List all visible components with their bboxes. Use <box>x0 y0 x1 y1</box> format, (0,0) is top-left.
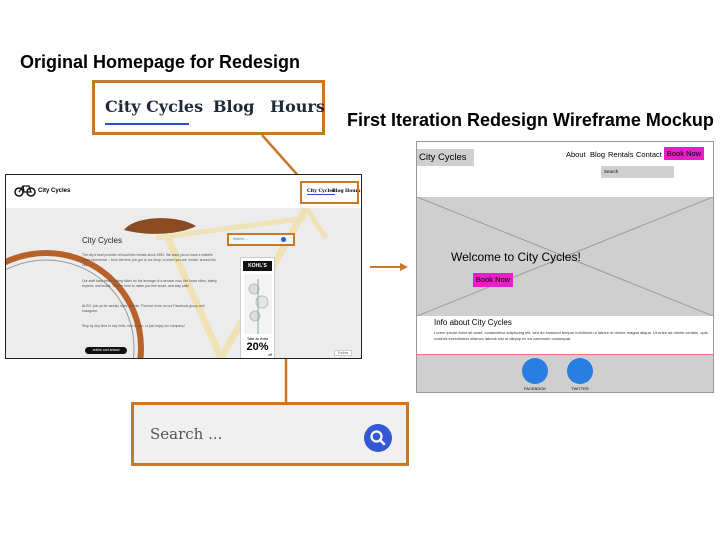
wf-footer-twitter: TWITTER <box>571 386 589 391</box>
site-para-3: ALSO: join us for weekly rides, events. … <box>82 304 205 313</box>
follow-button[interactable]: Follow <box>334 350 353 356</box>
kohls-ad[interactable]: KOHL'S Take an extra 20% off <box>240 257 275 358</box>
wireframe-mockup: City Cycles About Blog Rentals Contact B… <box>416 141 714 393</box>
wf-nav-about[interactable]: About <box>566 150 586 159</box>
wf-book-now-nav[interactable]: Book Now <box>664 147 704 160</box>
ad-big: 20% <box>246 341 269 353</box>
wf-nav-contact[interactable]: Contact <box>636 150 662 159</box>
wf-footer-facebook: FACEBOOK <box>524 386 547 391</box>
site-para-1: The city's best provider of local bike r… <box>82 253 216 267</box>
site-para-4: Stop by any time to say hello, rent a bi… <box>82 324 185 328</box>
bicycle-icon <box>14 185 36 197</box>
wf-welcome-heading: Welcome to City Cycles! <box>451 250 581 264</box>
ad-offer: Take an extra 20% off <box>243 337 272 358</box>
zoom-search-placeholder[interactable]: Search ... <box>150 425 222 443</box>
wf-info-title: Info about City Cycles <box>434 318 512 327</box>
ad-small: off <box>268 353 272 357</box>
ad-brand: KOHL'S <box>243 261 272 271</box>
original-site-screenshot: City Cycles City Cycles Blog Hours City … <box>5 174 362 359</box>
site-search-icon[interactable] <box>281 237 286 242</box>
wf-book-now-hero[interactable]: Book Now <box>473 273 513 287</box>
site-logo-text: City Cycles <box>38 188 71 194</box>
wf-nav-rentals[interactable]: Rentals <box>608 150 633 159</box>
nav-highlight-box <box>300 181 359 204</box>
wf-info-text: Lorem ipsum dolor sit amet, consectetur … <box>434 330 708 341</box>
site-cta-button[interactable]: online cart ahead <box>85 347 127 354</box>
site-search-placeholder: Search ... <box>233 237 248 241</box>
zoomed-search-callout: Search ... <box>131 402 409 466</box>
site-para-2: Our staff have been renting bikes for th… <box>82 279 217 288</box>
flower-image <box>244 274 272 334</box>
zoom-search-button[interactable] <box>364 424 392 452</box>
search-icon <box>370 430 386 446</box>
site-search-box[interactable]: Search ... <box>227 233 295 246</box>
twitter-icon[interactable] <box>567 358 593 384</box>
wf-search-field[interactable]: Search <box>601 166 674 178</box>
site-hero-title: City Cycles <box>82 236 123 245</box>
wf-footer: FACEBOOK TWITTER <box>417 354 713 392</box>
facebook-icon[interactable] <box>522 358 548 384</box>
wf-nav-blog[interactable]: Blog <box>590 150 605 159</box>
wf-logo[interactable]: City Cycles <box>417 149 474 166</box>
redesign-arrow-head <box>400 263 408 271</box>
